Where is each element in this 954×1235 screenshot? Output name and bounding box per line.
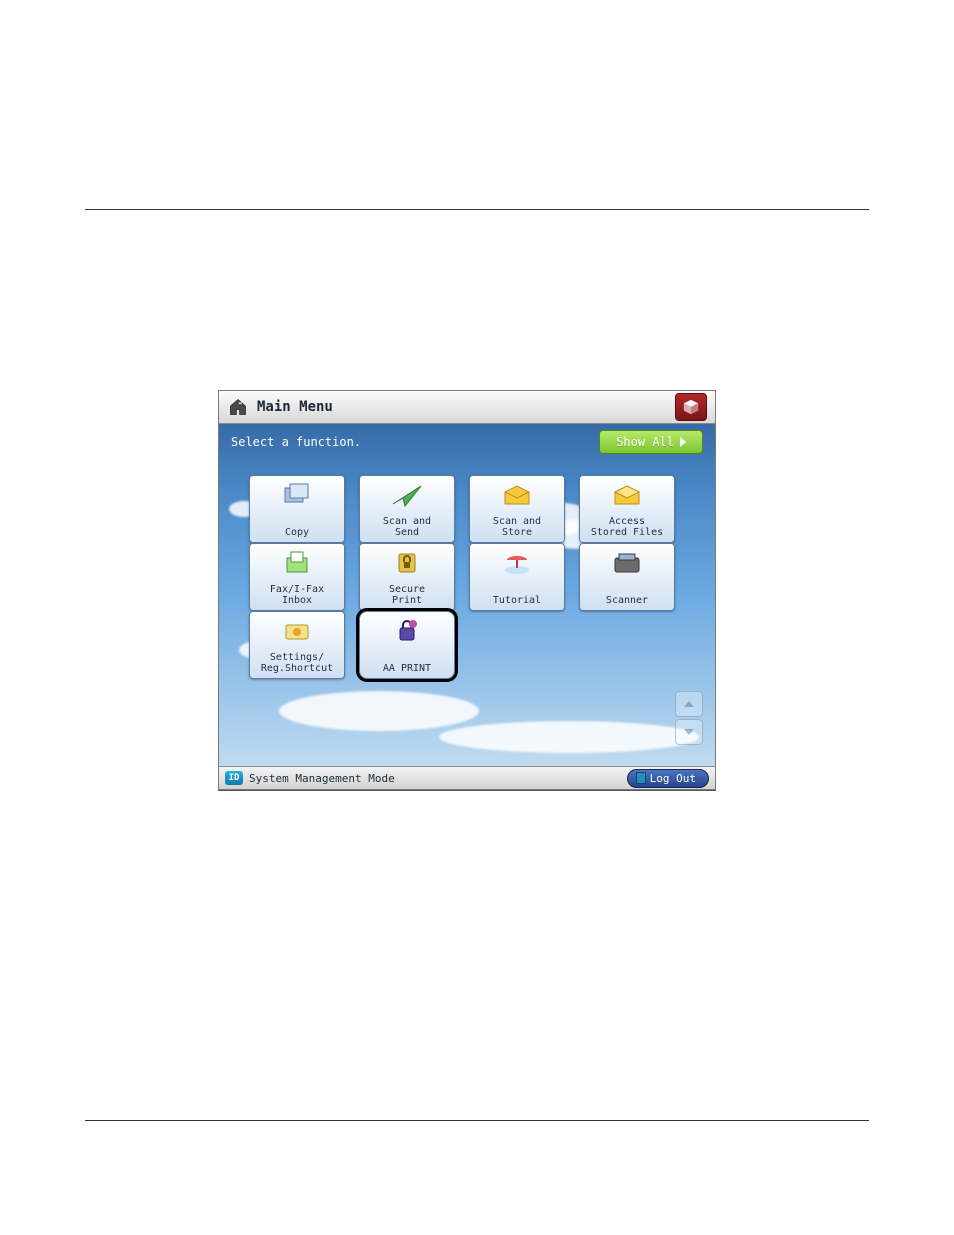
system-mode-label: System Management Mode [249, 772, 395, 785]
function-aa-print[interactable]: AA PRINT [359, 611, 455, 679]
log-out-label: Log Out [650, 772, 696, 785]
main-menu-title: Main Menu [257, 399, 333, 415]
function-label: Copy [285, 527, 309, 538]
bottom-bar: ID System Management Mode Log Out [219, 766, 715, 789]
home-icon [227, 397, 249, 417]
function-label: SecurePrint [389, 584, 425, 606]
store-icon [501, 482, 533, 508]
door-icon [636, 772, 646, 784]
function-tutorial[interactable]: Tutorial [469, 543, 565, 611]
function-scan-store[interactable]: Scan andStore [469, 475, 565, 543]
chevron-down-icon [684, 729, 694, 735]
files-icon [611, 482, 643, 508]
id-badge: ID [225, 771, 243, 785]
device-screen: Main Menu Select a function. Show All [218, 390, 716, 790]
top-divider [85, 209, 869, 210]
copy-icon [281, 482, 313, 508]
titlebar: Main Menu [219, 391, 715, 424]
function-label: AA PRINT [383, 663, 431, 674]
function-label: Fax/I-FaxInbox [270, 584, 324, 606]
function-label: Scanner [606, 595, 648, 606]
settings-shortcut-icon [281, 618, 313, 644]
function-scanner[interactable]: Scanner [579, 543, 675, 611]
function-copy[interactable]: Copy [249, 475, 345, 543]
function-label: Tutorial [493, 595, 541, 606]
aa-print-icon [391, 618, 423, 644]
function-fax-inbox[interactable]: Fax/I-FaxInbox [249, 543, 345, 611]
chevron-up-icon [684, 701, 694, 707]
scroll-down-button[interactable] [675, 719, 703, 745]
show-all-button[interactable]: Show All [599, 430, 703, 454]
function-secure-print[interactable]: SecurePrint [359, 543, 455, 611]
function-label: AccessStored Files [591, 516, 663, 538]
bottom-divider [85, 1120, 869, 1121]
scroll-up-button[interactable] [675, 691, 703, 717]
select-function-label: Select a function. [231, 435, 361, 449]
function-access-stored-files[interactable]: AccessStored Files [579, 475, 675, 543]
cube-button[interactable] [675, 393, 707, 421]
function-grid: Copy Scan andSend Scan andStore [249, 475, 673, 673]
function-label: Scan andStore [493, 516, 541, 538]
instruction-row: Select a function. Show All [219, 427, 715, 457]
secure-print-icon [391, 550, 423, 576]
tutorial-icon [501, 550, 533, 576]
fax-inbox-icon [281, 550, 313, 576]
function-label: Settings/Reg.Shortcut [261, 652, 333, 674]
show-all-label: Show All [616, 435, 674, 449]
chevron-right-icon [680, 437, 686, 447]
scanner-icon [611, 550, 643, 576]
function-label: Scan andSend [383, 516, 431, 538]
cloud-decoration [439, 721, 699, 753]
function-scan-send[interactable]: Scan andSend [359, 475, 455, 543]
scroll-widget [675, 691, 701, 745]
log-out-button[interactable]: Log Out [627, 769, 709, 788]
function-settings-shortcut[interactable]: Settings/Reg.Shortcut [249, 611, 345, 679]
send-icon [391, 482, 423, 508]
cloud-decoration [279, 691, 479, 731]
